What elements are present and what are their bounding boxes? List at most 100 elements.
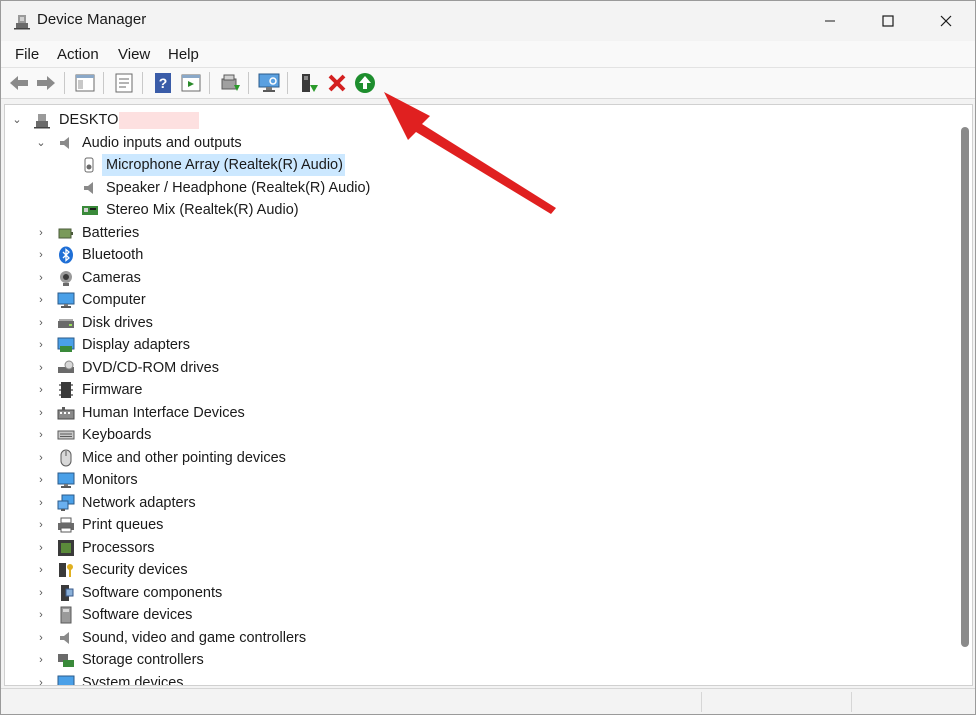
action-pane-icon[interactable] [179,71,203,95]
software-component-icon [61,585,74,601]
monitor-icon [57,472,75,488]
speaker-icon [60,137,69,149]
chevron-right-icon[interactable]: › [35,427,47,443]
category-label: Sound, video and game controllers [82,630,307,646]
chevron-right-icon[interactable]: › [35,585,47,601]
tree-category-system-devices[interactable]: › System devices [5,672,905,685]
device-label: Stereo Mix (Realtek(R) Audio) [106,202,299,218]
device-label: Speaker / Headphone (Realtek(R) Audio) [106,180,371,196]
vertical-scrollbar[interactable] [958,105,972,685]
network-adapter-icon [57,494,75,511]
status-divider [701,692,702,712]
disk-drive-icon [58,319,74,328]
menu-view[interactable]: View [116,46,152,63]
chevron-right-icon[interactable]: › [35,292,47,308]
tree-category-processors[interactable]: › Processors [5,537,905,559]
toolbar-separator [248,72,249,94]
battery-icon [58,228,73,239]
chevron-right-icon[interactable]: › [35,652,47,668]
tree-category-sound-video-game-controllers[interactable]: › Sound, video and game controllers [5,627,905,649]
show-hide-console-tree-icon[interactable] [73,71,97,95]
tree-category-computer[interactable]: › Computer [5,289,905,311]
tree-category-dvd-cd-rom-drives[interactable]: › DVD/CD-ROM drives [5,357,905,379]
chevron-right-icon[interactable]: › [35,315,47,331]
tree-category-batteries[interactable]: › Batteries [5,222,905,244]
tree-category-keyboards[interactable]: › Keyboards [5,424,905,446]
chevron-down-icon[interactable]: ⌄ [11,112,23,128]
tree-category-bluetooth[interactable]: › Bluetooth [5,244,905,266]
tree-category-label: Audio inputs and outputs [82,135,242,151]
chevron-right-icon[interactable]: › [35,270,47,286]
tree-category-disk-drives[interactable]: › Disk drives [5,312,905,334]
menu-action[interactable]: Action [55,46,101,63]
help-icon[interactable]: ? [151,71,175,95]
tree-category-software-components[interactable]: › Software components [5,582,905,604]
tree-category-storage-controllers[interactable]: › Storage controllers [5,649,905,671]
category-label: Print queues [82,517,164,533]
chevron-right-icon[interactable]: › [35,540,47,556]
chevron-right-icon[interactable]: › [35,360,47,376]
chevron-down-icon[interactable]: ⌄ [35,135,47,151]
speaker-icon [84,182,93,194]
close-icon [940,15,952,27]
menu-file[interactable]: File [13,46,41,63]
microphone-device-icon [84,157,94,173]
uninstall-device-icon[interactable] [325,71,349,95]
toolbar-separator [142,72,143,94]
chevron-right-icon[interactable]: › [35,562,47,578]
chevron-right-icon[interactable]: › [35,247,47,263]
chevron-right-icon[interactable]: › [35,225,47,241]
category-label: Software devices [82,607,193,623]
tree-category-software-devices[interactable]: › Software devices [5,604,905,626]
computer-tower-icon [34,114,50,129]
software-device-icon [60,606,72,624]
category-label: Disk drives [82,315,153,331]
tree-category-firmware[interactable]: › Firmware [5,379,905,401]
tree-category-print-queues[interactable]: › Print queues [5,514,905,536]
update-driver-icon[interactable] [218,71,242,95]
chevron-right-icon[interactable]: › [35,517,47,533]
chevron-right-icon[interactable]: › [35,630,47,646]
sound-card-icon [82,206,98,215]
chevron-right-icon[interactable]: › [35,382,47,398]
back-arrow-icon[interactable] [7,71,31,95]
chevron-right-icon[interactable]: › [35,405,47,421]
dvd-drive-icon [58,360,74,373]
scan-hardware-changes-icon[interactable] [257,71,281,95]
title-bar[interactable]: Device Manager [1,1,975,41]
processor-icon [58,540,74,556]
chevron-right-icon[interactable]: › [35,337,47,353]
enable-device-icon[interactable] [297,71,321,95]
chevron-right-icon[interactable]: › [35,472,47,488]
mouse-icon [60,449,72,467]
category-label: Mice and other pointing devices [82,450,286,466]
system-device-icon [57,675,75,685]
tree-category-display-adapters[interactable]: › Display adapters [5,334,905,356]
minimize-icon [825,20,835,22]
tree-category-cameras[interactable]: › Cameras [5,267,905,289]
chevron-right-icon[interactable]: › [35,450,47,466]
tree-category-network-adapters[interactable]: › Network adapters [5,492,905,514]
chevron-right-icon[interactable]: › [35,495,47,511]
toolbar-separator [209,72,210,94]
category-label: Bluetooth [82,247,144,263]
forward-arrow-icon[interactable] [34,71,58,95]
toolbar-separator [103,72,104,94]
category-label: Cameras [82,270,141,286]
tree-category-human-interface-devices[interactable]: › Human Interface Devices [5,402,905,424]
close-button[interactable] [917,1,975,41]
toolbar-separator [64,72,65,94]
status-bar [1,688,975,714]
tree-category-security-devices[interactable]: › Security devices [5,559,905,581]
minimize-button[interactable] [801,1,859,41]
properties-icon[interactable] [112,71,136,95]
device-label: Microphone Array (Realtek(R) Audio) [106,157,343,173]
category-label: Network adapters [82,495,196,511]
tree-category-monitors[interactable]: › Monitors [5,469,905,491]
tree-category-mice[interactable]: › Mice and other pointing devices [5,447,905,469]
scrollbar-thumb[interactable] [961,127,969,647]
maximize-button[interactable] [859,1,917,41]
menu-help[interactable]: Help [166,46,201,63]
chevron-right-icon[interactable]: › [35,675,47,685]
chevron-right-icon[interactable]: › [35,607,47,623]
